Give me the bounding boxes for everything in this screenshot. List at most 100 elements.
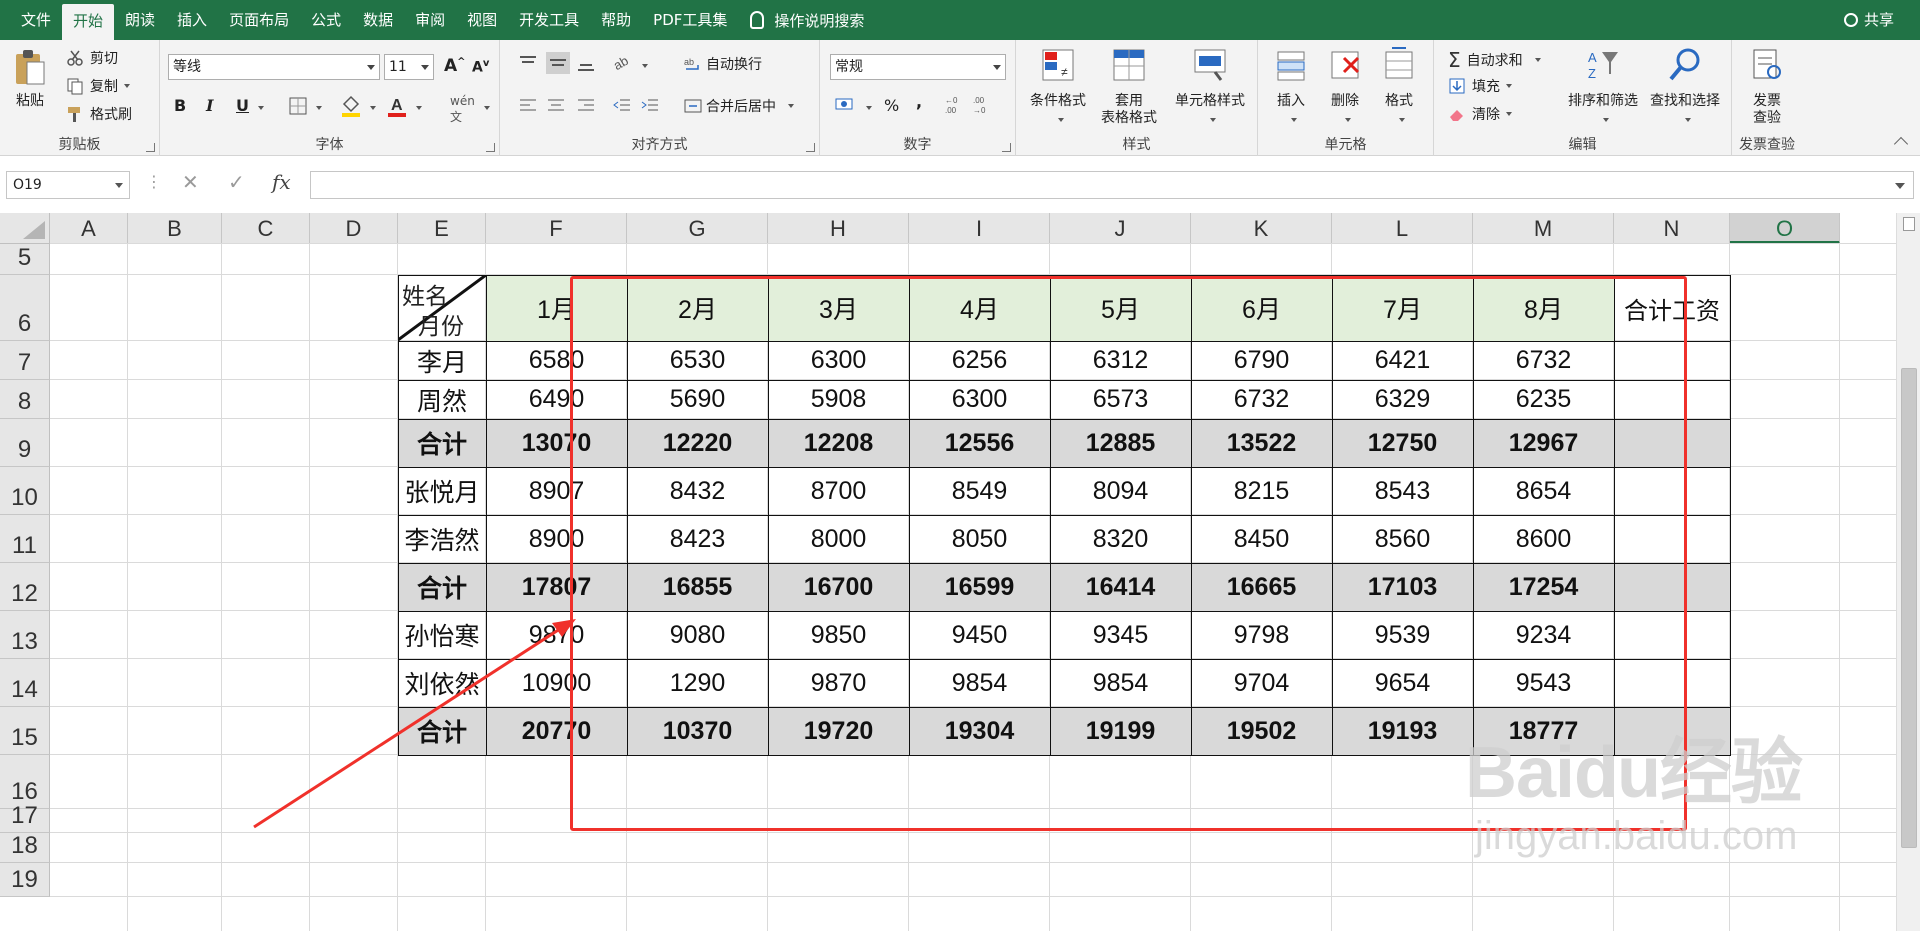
salary-cell[interactable]: 6300 — [768, 341, 909, 380]
salary-cell[interactable]: 9850 — [768, 611, 909, 659]
salary-cell[interactable]: 9798 — [1191, 611, 1332, 659]
salary-cell[interactable]: 9080 — [627, 611, 768, 659]
subtotal-cell[interactable]: 13070 — [486, 419, 627, 467]
salary-cell[interactable]: 8423 — [627, 515, 768, 563]
salary-cell[interactable]: 1290 — [627, 659, 768, 707]
column-header-A[interactable]: A — [50, 213, 128, 244]
column-header-O[interactable]: O — [1730, 213, 1840, 244]
scroll-thumb[interactable] — [1901, 368, 1917, 848]
subtotal-cell[interactable]: 12750 — [1332, 419, 1473, 467]
bold-button[interactable]: B — [174, 96, 186, 115]
salary-cell[interactable]: 6732 — [1473, 341, 1614, 380]
subtotal-cell[interactable]: 19193 — [1332, 707, 1473, 755]
conditional-formatting-button[interactable]: ≠ 条件格式 — [1026, 46, 1090, 127]
tab-5[interactable]: 公式 — [300, 0, 352, 40]
salary-cell[interactable]: 8320 — [1050, 515, 1191, 563]
subtotal-cell[interactable]: 12885 — [1050, 419, 1191, 467]
subtotal-cell[interactable]: 18777 — [1473, 707, 1614, 755]
salary-cell[interactable]: 6580 — [486, 341, 627, 380]
align-bottom-icon[interactable] — [576, 54, 596, 72]
salary-cell[interactable]: 8549 — [909, 467, 1050, 515]
salary-cell[interactable]: 5908 — [768, 380, 909, 419]
salary-cell[interactable]: 9539 — [1332, 611, 1473, 659]
number-format-box[interactable]: 常规 — [830, 54, 1006, 80]
fill-color-icon[interactable] — [340, 94, 362, 118]
vertical-scrollbar[interactable] — [1896, 213, 1920, 931]
salary-cell[interactable]: 8543 — [1332, 467, 1473, 515]
row-header-5[interactable]: 5 — [0, 244, 50, 275]
row-header-14[interactable]: 14 — [0, 659, 50, 707]
salary-cell[interactable]: 8000 — [768, 515, 909, 563]
row-header-16[interactable]: 16 — [0, 755, 50, 809]
salary-cell[interactable]: 8700 — [768, 467, 909, 515]
dialog-launcher-icon[interactable] — [486, 143, 495, 152]
salary-cell[interactable]: 8900 — [486, 515, 627, 563]
subtotal-cell[interactable]: 13522 — [1191, 419, 1332, 467]
decrease-indent-icon[interactable] — [612, 96, 632, 114]
salary-cell[interactable]: 8050 — [909, 515, 1050, 563]
chevron-down-icon[interactable] — [642, 64, 648, 68]
subtotal-cell[interactable]: 17254 — [1473, 563, 1614, 611]
borders-icon[interactable] — [288, 96, 308, 116]
share-button[interactable]: 共享 — [1843, 0, 1894, 40]
dialog-launcher-icon[interactable] — [146, 143, 155, 152]
clear-button[interactable]: 清除 — [1448, 104, 1512, 124]
salary-cell[interactable]: 6300 — [909, 380, 1050, 419]
insert-function-button[interactable]: fx — [272, 170, 291, 194]
tab-2[interactable]: 朗读 — [114, 0, 166, 40]
salary-cell[interactable]: 9854 — [909, 659, 1050, 707]
collapse-ribbon-icon[interactable] — [1893, 136, 1909, 152]
column-header-N[interactable]: N — [1614, 213, 1730, 244]
cell-styles-button[interactable]: 单元格样式 — [1166, 46, 1254, 127]
salary-cell[interactable]: 9854 — [1050, 659, 1191, 707]
autosum-button[interactable]: Σ 自动求和 — [1448, 48, 1541, 72]
select-all-button[interactable] — [0, 213, 50, 244]
format-painter-button[interactable]: 格式刷 — [66, 104, 132, 124]
tab-4[interactable]: 页面布局 — [218, 0, 300, 40]
delete-cells-button[interactable]: 删除 — [1320, 46, 1370, 127]
comma-style-icon[interactable]: , — [916, 92, 922, 111]
salary-cell[interactable]: 8432 — [627, 467, 768, 515]
tell-me-search[interactable]: 操作说明搜索 — [738, 0, 864, 40]
align-top-icon[interactable] — [518, 54, 538, 72]
tab-3[interactable]: 插入 — [166, 0, 218, 40]
tab-8[interactable]: 视图 — [456, 0, 508, 40]
subtotal-cell[interactable]: 12220 — [627, 419, 768, 467]
row-header-8[interactable]: 8 — [0, 380, 50, 419]
salary-cell[interactable]: 9543 — [1473, 659, 1614, 707]
chevron-down-icon[interactable] — [416, 106, 422, 110]
row-header-17[interactable]: 17 — [0, 802, 50, 833]
formula-input[interactable] — [310, 171, 1914, 199]
enter-icon[interactable]: ✓ — [228, 170, 245, 194]
subtotal-cell[interactable]: 16665 — [1191, 563, 1332, 611]
shrink-font-icon[interactable]: Av — [472, 58, 489, 76]
tab-9[interactable]: 开发工具 — [508, 0, 590, 40]
copy-button[interactable]: 复制 — [66, 76, 130, 96]
salary-cell[interactable]: 6573 — [1050, 380, 1191, 419]
salary-cell[interactable]: 6312 — [1050, 341, 1191, 380]
salary-cell[interactable]: 6732 — [1191, 380, 1332, 419]
wrap-text-button[interactable]: ab 自动换行 — [684, 54, 762, 74]
column-header-H[interactable]: H — [768, 213, 909, 244]
tab-6[interactable]: 数据 — [352, 0, 404, 40]
column-header-G[interactable]: G — [627, 213, 768, 244]
chevron-down-icon[interactable] — [484, 106, 490, 110]
decrease-decimal-icon[interactable]: .00→0 — [972, 94, 994, 116]
row-header-9[interactable]: 9 — [0, 419, 50, 467]
subtotal-cell[interactable]: 16700 — [768, 563, 909, 611]
font-name-box[interactable]: 等线 — [168, 54, 380, 80]
subtotal-cell[interactable]: 19199 — [1050, 707, 1191, 755]
salary-cell[interactable]: 9870 — [768, 659, 909, 707]
salary-cell[interactable]: 8450 — [1191, 515, 1332, 563]
merge-center-button[interactable]: 合并后居中 — [684, 96, 794, 116]
align-left-icon[interactable] — [518, 96, 538, 114]
underline-button[interactable]: U — [236, 96, 249, 115]
format-as-table-button[interactable]: 套用 表格格式 — [1096, 46, 1162, 127]
subtotal-cell[interactable]: 16599 — [909, 563, 1050, 611]
salary-cell[interactable]: 5690 — [627, 380, 768, 419]
salary-cell[interactable]: 8215 — [1191, 467, 1332, 515]
salary-cell[interactable]: 9234 — [1473, 611, 1614, 659]
accounting-format-icon[interactable] — [834, 96, 856, 114]
salary-cell[interactable]: 8907 — [486, 467, 627, 515]
salary-cell[interactable]: 9345 — [1050, 611, 1191, 659]
